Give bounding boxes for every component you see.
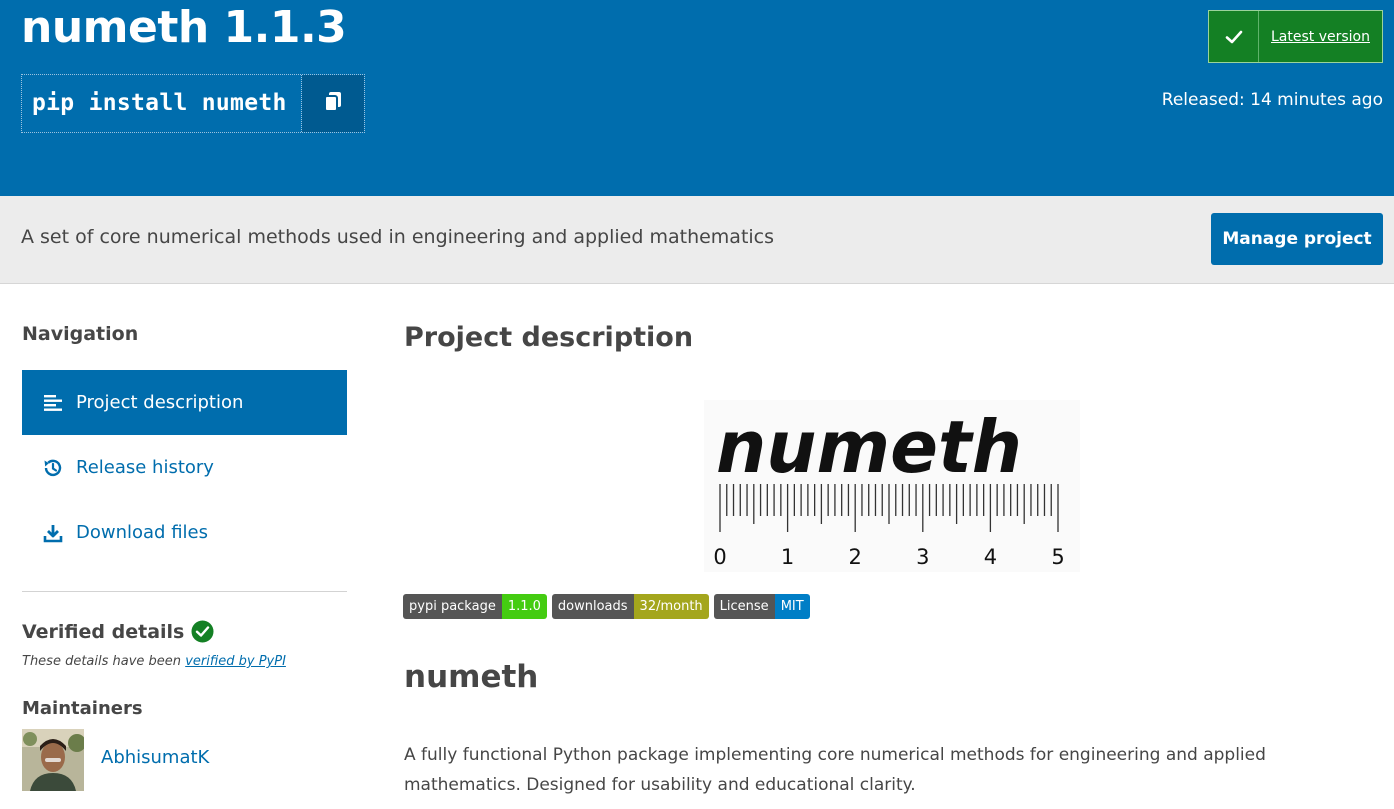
ruler-label: 1 <box>781 545 794 569</box>
ruler-label: 0 <box>713 545 726 569</box>
avatar[interactable] <box>22 729 84 791</box>
verified-note-text: These details have been <box>22 654 186 669</box>
check-icon <box>1209 11 1259 62</box>
nav-item-project-description[interactable]: Project description <box>22 370 347 435</box>
downloads-badge[interactable]: downloads 32/month <box>551 594 709 619</box>
latest-version-link[interactable]: Latest version <box>1259 11 1382 62</box>
badge-label: License <box>713 594 775 619</box>
package-title: numeth 1.1.3 <box>21 2 347 53</box>
navigation-heading: Navigation <box>22 323 139 345</box>
verified-heading-text: Verified details <box>22 620 185 643</box>
release-date: Released: 14 minutes ago <box>1161 90 1383 110</box>
ruler-label: 4 <box>984 545 997 569</box>
nav-item-label: Download files <box>76 522 208 543</box>
verified-check-icon <box>191 620 214 643</box>
copy-icon <box>323 91 343 117</box>
badge-label: downloads <box>551 594 634 619</box>
latest-version-badge: Latest version <box>1208 10 1383 63</box>
project-description-heading: Project description <box>404 322 694 353</box>
badge-value: 1.1.0 <box>501 594 547 619</box>
ruler-label: 2 <box>849 545 862 569</box>
align-left-icon <box>42 392 64 414</box>
package-summary: A set of core numerical methods used in … <box>21 226 775 248</box>
verified-by-pypi-link[interactable]: verified by PyPI <box>185 654 286 669</box>
badge-value: MIT <box>774 594 810 619</box>
badge-label: pypi package <box>403 594 502 619</box>
readme-heading: numeth <box>404 659 539 695</box>
download-icon <box>42 522 64 544</box>
summary-band: A set of core numerical methods used in … <box>0 196 1394 284</box>
logo-wordmark: numeth <box>716 405 1022 489</box>
nav-item-release-history[interactable]: Release history <box>22 435 347 500</box>
manage-project-button[interactable]: Manage project <box>1211 213 1383 265</box>
maintainer-link[interactable]: AbhisumatK <box>101 747 209 768</box>
history-icon <box>42 457 64 479</box>
nav-item-download-files[interactable]: Download files <box>22 500 347 565</box>
verified-details-heading: Verified details <box>22 620 214 643</box>
maintainers-heading: Maintainers <box>22 698 143 719</box>
badge-value: 32/month <box>633 594 709 619</box>
ruler-label: 3 <box>916 545 929 569</box>
project-logo-image: numeth 0 1 2 3 4 5 <box>704 400 1080 572</box>
nav-item-label: Release history <box>76 457 214 478</box>
copy-button[interactable] <box>302 75 364 132</box>
nav-item-label: Project description <box>76 392 244 413</box>
package-header: numeth 1.1.3 pip install numeth Latest v… <box>0 0 1394 196</box>
pip-command[interactable]: pip install numeth <box>22 75 302 132</box>
pip-install-box: pip install numeth <box>21 74 365 133</box>
pypi-version-badge[interactable]: pypi package 1.1.0 <box>403 594 547 619</box>
ruler-label: 5 <box>1051 545 1064 569</box>
sidebar-divider <box>22 591 347 592</box>
readme-paragraph: A fully functional Python package implem… <box>404 745 1266 795</box>
license-badge[interactable]: License MIT <box>713 594 810 619</box>
badge-row: pypi package 1.1.0 downloads 32/month Li… <box>403 594 810 619</box>
verified-note: These details have been verified by PyPI <box>22 654 286 669</box>
